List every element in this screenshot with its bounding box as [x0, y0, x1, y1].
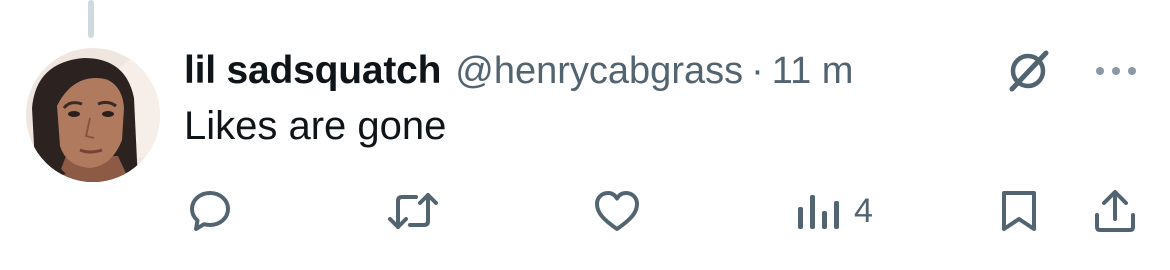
share-icon: [1095, 190, 1135, 232]
retweet-button[interactable]: [386, 186, 440, 236]
views-button[interactable]: 4: [796, 186, 873, 236]
retweet-icon: [388, 193, 438, 229]
avatar[interactable]: [26, 48, 160, 182]
grok-icon[interactable]: [1000, 43, 1056, 99]
more-options-icon[interactable]: [1092, 51, 1140, 91]
thread-connector-line: [88, 0, 94, 38]
tweet-header: lil sadsquatch @henrycabgrass · 11 m: [184, 44, 853, 98]
bookmark-button[interactable]: [998, 186, 1040, 236]
views-count: 4: [854, 191, 873, 230]
reply-button[interactable]: [186, 186, 234, 236]
share-button[interactable]: [1092, 186, 1138, 236]
timestamp[interactable]: 11 m: [772, 50, 854, 93]
bookmark-icon: [1002, 191, 1036, 231]
heart-icon: [595, 191, 639, 231]
views-icon: [798, 195, 839, 229]
tweet-actions-bar: 4: [0, 186, 1170, 236]
reply-icon: [190, 191, 230, 231]
header-actions: [1000, 44, 1140, 98]
like-button[interactable]: [592, 186, 642, 236]
avatar-image: [26, 48, 160, 182]
user-handle[interactable]: @henrycabgrass: [455, 50, 743, 93]
display-name[interactable]: lil sadsquatch: [184, 49, 441, 93]
separator-dot: ·: [751, 49, 764, 92]
tweet-text: Likes are gone: [184, 104, 447, 148]
